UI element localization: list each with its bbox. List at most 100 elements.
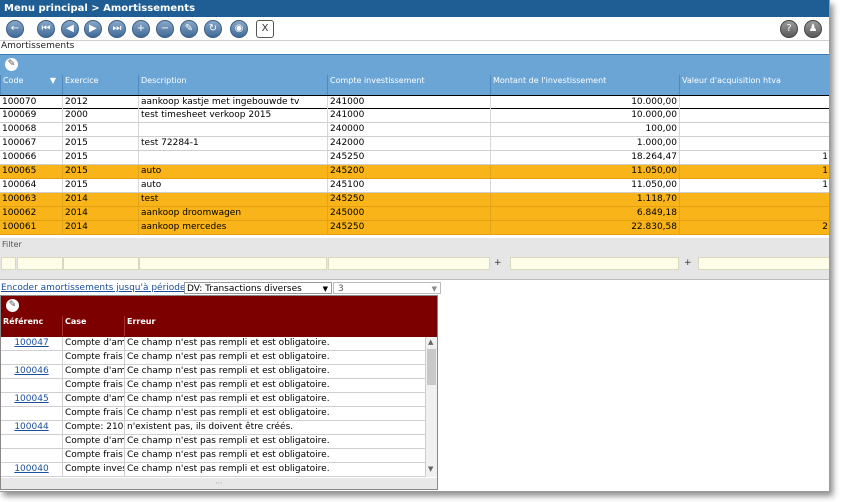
period-select[interactable]: 3 ▼ <box>333 282 441 294</box>
cell-case: Compte: 2101 <box>62 421 124 434</box>
filter-description-input[interactable] <box>139 257 327 270</box>
last-icon[interactable]: ⏭ <box>108 20 126 38</box>
error-row[interactable]: Compte frais Ce champ n'est pas rempli et… <box>1 449 425 463</box>
filter-valeur-operator[interactable]: + <box>684 258 692 268</box>
col-compte[interactable]: Compte investissement <box>327 75 490 95</box>
table-row[interactable]: 100066 2015 245250 18.264,47 1 <box>0 151 829 165</box>
col-valeur[interactable]: Valeur d'acquisition htva <box>679 75 829 95</box>
cell-error: Ce champ n'est pas rempli et est obligat… <box>124 435 425 448</box>
scroll-up-icon[interactable]: ▲ <box>428 338 433 346</box>
journal-select-value: DV: Transactions diverses <box>187 284 302 294</box>
cell-case: Compte frais <box>62 407 124 420</box>
cell-valeur <box>679 109 829 122</box>
grid-footer <box>0 272 829 280</box>
delete-icon[interactable]: − <box>156 20 174 38</box>
section-title: Amortissements <box>1 41 75 51</box>
cell-case: Compte frais <box>62 351 124 364</box>
journal-select[interactable]: DV: Transactions diverses ▼ <box>184 282 332 294</box>
cell-description: auto <box>138 165 327 178</box>
table-row[interactable]: 100070 2012 aankoop kastje met ingebouwde … <box>0 95 829 109</box>
table-row[interactable]: 100069 2000 test timesheet verkoop 2015 241… <box>0 109 829 123</box>
error-row[interactable]: 100045 Compte d'am Ce champ n'est pas remp… <box>1 393 425 407</box>
filter-compte-input[interactable] <box>328 257 490 270</box>
reference-link[interactable]: 100047 <box>1 337 62 350</box>
error-row[interactable]: Compte frais Ce champ n'est pas rempli et… <box>1 351 425 365</box>
error-row[interactable]: Compte d'am Ce champ n'est pas rempli et … <box>1 435 425 449</box>
error-row[interactable]: 100040 Compte inves Ce champ n'est pas rem… <box>1 463 425 477</box>
cell-compte: 245250 <box>327 193 490 206</box>
error-row[interactable]: 100044 Compte: 2101 n'existent pas, ils do… <box>1 421 425 435</box>
table-row[interactable]: 100063 2014 test 245250 1.118,70 <box>0 193 829 207</box>
cell-compte: 241000 <box>327 96 490 109</box>
add-icon[interactable]: + <box>132 20 150 38</box>
cell-description: auto <box>138 179 327 192</box>
chevron-down-icon: ▼ <box>431 285 437 293</box>
table-row[interactable]: 100062 2014 aankoop droomwagen 245000 6.849,… <box>0 207 829 221</box>
cell-code: 100062 <box>2 208 37 218</box>
error-row[interactable]: Compte frais Ce champ n'est pas rempli et… <box>1 407 425 421</box>
col-erreur[interactable]: Erreur <box>124 316 437 336</box>
toolbar: ← ⏮ ◀ ▶ ⏭ + − ✎ ↻ ◉ X ? ♟ <box>0 17 829 41</box>
first-icon[interactable]: ⏮ <box>37 20 55 38</box>
title-bar: Menu principal > Amortissements <box>0 0 829 17</box>
sort-desc-icon[interactable]: ▼ <box>50 76 56 85</box>
col-case[interactable]: Case <box>62 316 124 336</box>
col-montant[interactable]: Montant de l'investissement <box>490 75 679 95</box>
col-code[interactable]: Code ▼ <box>0 75 62 95</box>
cell-valeur <box>679 96 829 109</box>
reference-link[interactable]: 100045 <box>1 393 62 406</box>
cell-compte: 245100 <box>327 179 490 192</box>
filter-exercice-input[interactable] <box>63 257 139 270</box>
cell-valeur <box>679 123 829 136</box>
cell-description: test 72284-1 <box>138 137 327 150</box>
export-icon[interactable]: X <box>256 20 274 38</box>
filter-montant-input[interactable] <box>510 257 679 270</box>
table-row[interactable]: 100067 2015 test 72284-1 242000 1.000,00 <box>0 137 829 151</box>
cell-description <box>138 123 327 136</box>
cell-case: Compte d'am <box>62 337 124 350</box>
reference-link[interactable]: 100040 <box>1 463 62 476</box>
table-row[interactable]: 100065 2015 auto 245200 11.050,00 1 <box>0 165 829 179</box>
error-row[interactable]: 100046 Compte d'am Ce champ n'est pas remp… <box>1 365 425 379</box>
wrench-icon[interactable]: ✎ <box>6 299 19 312</box>
error-row[interactable]: 100047 Compte d'am Ce champ n'est pas remp… <box>1 337 425 351</box>
filter-valeur-input[interactable] <box>698 257 829 270</box>
wrench-icon[interactable]: ✎ <box>5 58 18 71</box>
table-row[interactable]: 100064 2015 auto 245100 11.050,00 1 <box>0 179 829 193</box>
cell-montant: 6.849,18 <box>490 207 679 220</box>
filter-code-input[interactable] <box>1 257 16 270</box>
scrollbar-thumb[interactable] <box>427 349 436 385</box>
reference-link[interactable]: 100046 <box>1 365 62 378</box>
help-icon[interactable]: ? <box>780 20 798 38</box>
cell-montant: 1.118,70 <box>490 193 679 206</box>
col-exercice[interactable]: Exercice <box>62 75 138 95</box>
cell-valeur: 2 <box>679 221 829 234</box>
prev-icon[interactable]: ◀ <box>61 20 79 38</box>
cell-montant: 10.000,00 <box>490 96 679 109</box>
next-icon[interactable]: ▶ <box>84 20 102 38</box>
table-row[interactable]: 100068 2015 240000 100,00 <box>0 123 829 137</box>
users-icon[interactable]: ♟ <box>804 20 822 38</box>
cell-error: Ce champ n'est pas rempli et est obligat… <box>124 365 425 378</box>
scroll-down-icon[interactable]: ▼ <box>428 465 433 473</box>
table-row[interactable]: 100061 2014 aankoop mercedes 245250 22.830,5… <box>0 221 829 235</box>
col-reference[interactable]: Référenc <box>1 316 62 336</box>
filter-montant-operator[interactable]: + <box>494 258 502 268</box>
edit-icon[interactable]: ✎ <box>180 20 198 38</box>
filter-code-input-2[interactable] <box>17 257 63 270</box>
col-description[interactable]: Description <box>138 75 327 95</box>
resize-grip[interactable]: ⋯ <box>1 478 437 489</box>
cell-valeur: 1 <box>679 179 829 192</box>
error-scrollbar[interactable]: ▲ ▼ <box>425 337 437 477</box>
refresh-icon[interactable]: ↻ <box>204 20 222 38</box>
cell-case: Compte d'am <box>62 365 124 378</box>
filter-row: + + <box>0 255 829 272</box>
encode-amortissements-link[interactable]: Encoder amortissements jusqu'à période <box>1 282 186 294</box>
cell-valeur <box>679 137 829 150</box>
view-icon[interactable]: ◉ <box>230 20 248 38</box>
back-icon[interactable]: ← <box>6 20 24 38</box>
error-row[interactable]: Compte frais Ce champ n'est pas rempli et… <box>1 379 425 393</box>
error-grid-toolbar: ✎ <box>1 296 437 316</box>
cell-code: 100065 <box>2 166 37 176</box>
reference-link[interactable]: 100044 <box>1 421 62 434</box>
